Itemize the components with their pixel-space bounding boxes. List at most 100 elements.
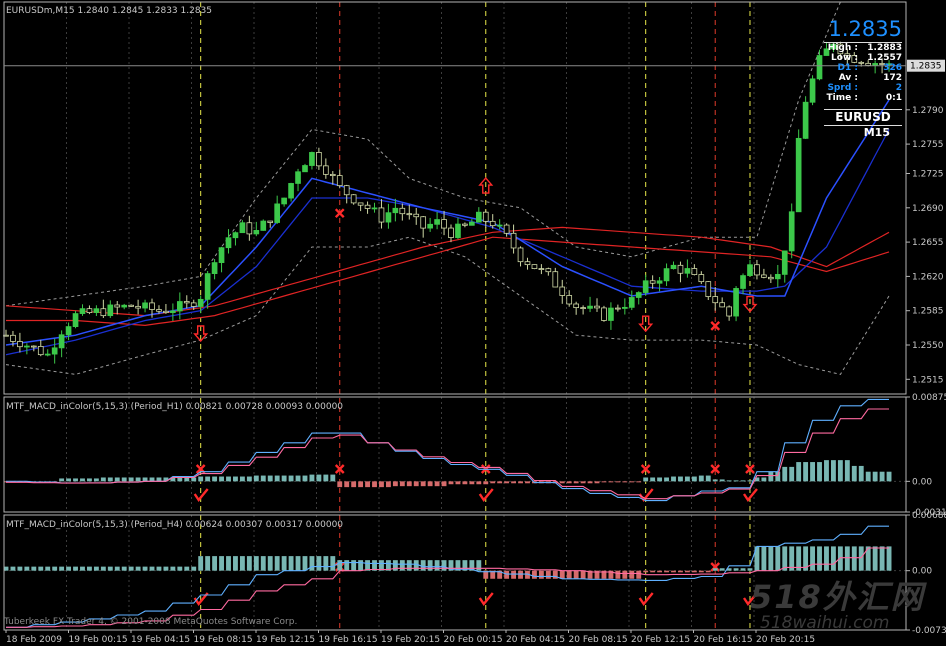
candle-body: [621, 306, 628, 309]
histogram-bar: [100, 566, 106, 571]
histogram-bar: [358, 481, 364, 488]
histogram-bar: [698, 570, 704, 573]
histogram-bar: [302, 475, 308, 482]
time-tick-label: 20 Feb 16:15: [694, 635, 753, 645]
histogram-bar: [358, 560, 364, 571]
histogram-bar: [128, 566, 134, 571]
candle-body: [323, 165, 329, 175]
histogram-bar: [566, 570, 572, 579]
candle-body: [274, 203, 281, 223]
histogram-bar: [684, 570, 690, 573]
histogram-bar: [879, 471, 885, 482]
candle-body: [149, 302, 155, 310]
time-tick-label: 19 Feb 00:15: [69, 635, 128, 645]
histogram-bar: [657, 570, 663, 573]
histogram-bar: [239, 556, 245, 571]
candle-body: [628, 297, 635, 308]
histogram-bar: [184, 477, 190, 482]
candle-body: [406, 213, 413, 216]
histogram-bar: [406, 481, 412, 487]
histogram-bar: [761, 477, 767, 482]
histogram-bar: [601, 481, 607, 483]
info-row-key: Av :: [838, 73, 858, 83]
candle-body: [239, 222, 246, 234]
histogram-bar: [664, 477, 669, 482]
histogram-bar: [441, 560, 447, 571]
histogram-bar: [38, 566, 44, 571]
histogram-bar: [288, 475, 294, 482]
candle-body: [496, 224, 503, 227]
histogram-bar: [441, 481, 447, 487]
trading-chart[interactable]: 1.2790 1.2755 1.2725 1.2690 1.2655 1.2620 1.25…: [0, 0, 946, 646]
info-row: Low : 1.2557: [824, 53, 902, 63]
histogram-bar: [573, 570, 579, 579]
time-tick-label: 19 Feb 04:15: [131, 635, 190, 645]
histogram-bar: [239, 476, 245, 482]
candle-body: [121, 304, 128, 308]
histogram-bar: [719, 568, 725, 571]
histogram-bar: [128, 477, 134, 482]
histogram-bar: [615, 481, 621, 483]
histogram-bar: [824, 546, 829, 571]
histogram-bar: [427, 560, 433, 571]
candle-body: [809, 78, 816, 103]
candle-body: [524, 261, 531, 266]
histogram-bar: [705, 475, 711, 482]
candle-body: [788, 211, 795, 252]
candle-body: [58, 334, 65, 349]
candle-body: [816, 55, 823, 80]
histogram-bar: [559, 570, 565, 579]
candle-body: [510, 232, 517, 249]
histogram-bar: [59, 566, 65, 571]
time-tick-label: 19 Feb 12:15: [256, 635, 315, 645]
info-row: Time : 0:1: [824, 93, 902, 103]
histogram-bar: [73, 566, 78, 571]
histogram-bar: [246, 476, 252, 482]
histogram-bar: [719, 479, 725, 482]
candle-body: [601, 307, 607, 321]
info-row-key: Time :: [826, 93, 858, 103]
candle-body: [246, 222, 253, 235]
histogram-bar: [844, 460, 850, 482]
histogram-bar: [52, 566, 58, 571]
candle-body: [288, 183, 294, 199]
histogram-bar: [385, 481, 391, 488]
histogram-bar: [643, 570, 649, 573]
histogram-bar: [226, 556, 231, 571]
candle-body: [587, 305, 593, 309]
candle-body: [781, 250, 788, 275]
candle-body: [114, 304, 121, 308]
histogram-bar: [323, 474, 329, 482]
histogram-bar: [351, 560, 357, 571]
histogram-bar: [274, 475, 280, 482]
histogram-bar: [344, 560, 350, 571]
histogram-bar: [775, 471, 781, 482]
histogram-bar: [650, 477, 656, 482]
histogram-bar: [837, 546, 843, 571]
histogram-bar: [337, 560, 343, 571]
price-tick-label: 1.2515: [912, 375, 944, 385]
info-row-value: 1.2883: [867, 43, 902, 53]
candle-body: [545, 268, 552, 273]
candle-body: [295, 171, 301, 184]
histogram-bar: [212, 556, 218, 571]
histogram-bar: [671, 570, 676, 573]
candle-body: [170, 310, 176, 313]
histogram-bar: [59, 478, 65, 482]
candle-body: [128, 304, 134, 307]
histogram-bar: [872, 546, 878, 571]
histogram-bar: [114, 477, 120, 482]
histogram-bar: [191, 477, 197, 482]
info-row-value: 172: [883, 73, 902, 83]
histogram-bar: [671, 476, 676, 482]
histogram-bar: [858, 465, 864, 482]
candle-body: [399, 207, 406, 215]
candle-body: [197, 298, 204, 307]
histogram-bar: [691, 476, 697, 482]
histogram-bar: [434, 481, 440, 487]
histogram-bar: [177, 477, 183, 482]
histogram-bar: [121, 477, 127, 482]
histogram-bar: [80, 566, 85, 571]
candle-body: [712, 296, 719, 304]
histogram-bar: [73, 478, 78, 482]
